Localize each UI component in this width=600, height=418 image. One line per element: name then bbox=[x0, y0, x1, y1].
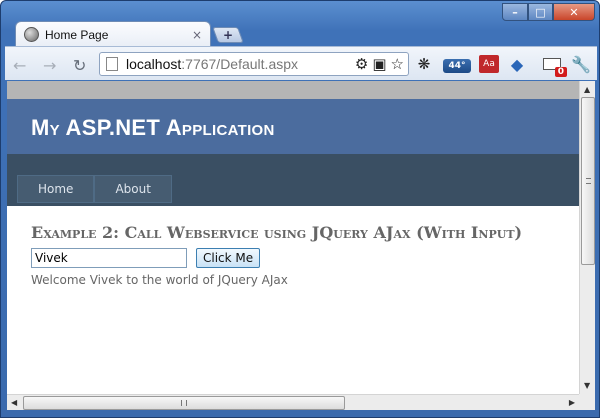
horizontal-scrollbar[interactable]: ◀ ▶ bbox=[7, 394, 579, 410]
site-header: My ASP.NET Application bbox=[7, 99, 579, 154]
page-viewport: My ASP.NET Application Home About Exampl… bbox=[7, 81, 579, 394]
tab-title: Home Page bbox=[45, 27, 109, 42]
scroll-up-icon[interactable]: ▲ bbox=[584, 85, 590, 94]
reload-icon[interactable]: ↻ bbox=[73, 56, 86, 75]
scrollbar-corner bbox=[579, 394, 595, 410]
extension-m-icon[interactable]: ▣ bbox=[372, 55, 386, 73]
welcome-message: Welcome Vivek to the world of JQuery AJa… bbox=[31, 273, 288, 287]
horizontal-scroll-thumb[interactable] bbox=[23, 396, 345, 410]
window-controls: – □ ✕ bbox=[502, 3, 595, 21]
scroll-left-icon[interactable]: ◀ bbox=[11, 398, 17, 407]
wrench-icon[interactable]: 🔧 bbox=[571, 53, 591, 75]
nav-menu: Home About bbox=[17, 175, 172, 203]
bookmark-star-icon[interactable]: ☆ bbox=[391, 55, 404, 73]
maximize-button[interactable]: □ bbox=[528, 3, 553, 21]
main-content: Example 2: Call Webservice using JQuery … bbox=[31, 223, 522, 287]
page-icon bbox=[106, 57, 118, 71]
scroll-right-icon[interactable]: ▶ bbox=[569, 398, 575, 407]
menu-item-about[interactable]: About bbox=[94, 175, 172, 203]
example-heading: Example 2: Call Webservice using JQuery … bbox=[31, 223, 523, 242]
plus-icon: + bbox=[222, 28, 234, 42]
minimize-button[interactable]: – bbox=[502, 3, 528, 21]
vertical-scrollbar[interactable]: ▲ ▼ bbox=[579, 81, 595, 394]
close-window-button[interactable]: ✕ bbox=[553, 3, 595, 21]
browser-toolbar: ← → ↻ localhost:7767/Default.aspx ⚙ ▣ ☆ … bbox=[5, 46, 597, 80]
tab-close-icon[interactable]: × bbox=[192, 28, 202, 42]
notification-badge: 0 bbox=[554, 67, 567, 77]
web-page: My ASP.NET Application Home About Exampl… bbox=[7, 99, 579, 394]
click-me-button[interactable]: Click Me bbox=[196, 248, 261, 268]
back-icon[interactable]: ← bbox=[13, 56, 26, 75]
notification-icon[interactable]: 0 bbox=[541, 53, 567, 77]
name-input[interactable] bbox=[31, 248, 187, 268]
tab-strip: Home Page × + – □ ✕ bbox=[1, 1, 599, 47]
forward-icon[interactable]: → bbox=[43, 56, 56, 75]
url-path: :7767/Default.aspx bbox=[181, 56, 299, 72]
bug-icon[interactable]: ❋ bbox=[413, 53, 435, 75]
app-title: My ASP.NET Application bbox=[31, 115, 275, 140]
browser-window: Home Page × + – □ ✕ ← → ↻ localhost:7767… bbox=[0, 0, 600, 418]
menu-item-home[interactable]: Home bbox=[17, 175, 95, 203]
extension-gear-icon[interactable]: ⚙ bbox=[355, 55, 368, 73]
dictionary-icon[interactable]: Aa bbox=[479, 55, 499, 73]
input-form: Click Me bbox=[31, 248, 522, 268]
weather-icon[interactable]: 44° bbox=[443, 59, 471, 73]
tab-home-page[interactable]: Home Page × bbox=[15, 21, 211, 47]
menu-bar: Home About bbox=[7, 154, 579, 206]
new-tab-button[interactable]: + bbox=[212, 27, 244, 43]
tag-icon[interactable]: ◆ bbox=[507, 53, 527, 75]
globe-icon bbox=[24, 27, 39, 42]
scroll-down-icon[interactable]: ▼ bbox=[584, 381, 590, 390]
address-bar[interactable]: localhost:7767/Default.aspx ⚙ ▣ ☆ bbox=[99, 52, 409, 76]
vertical-scroll-thumb[interactable] bbox=[581, 97, 595, 265]
url-host: localhost bbox=[126, 56, 182, 72]
